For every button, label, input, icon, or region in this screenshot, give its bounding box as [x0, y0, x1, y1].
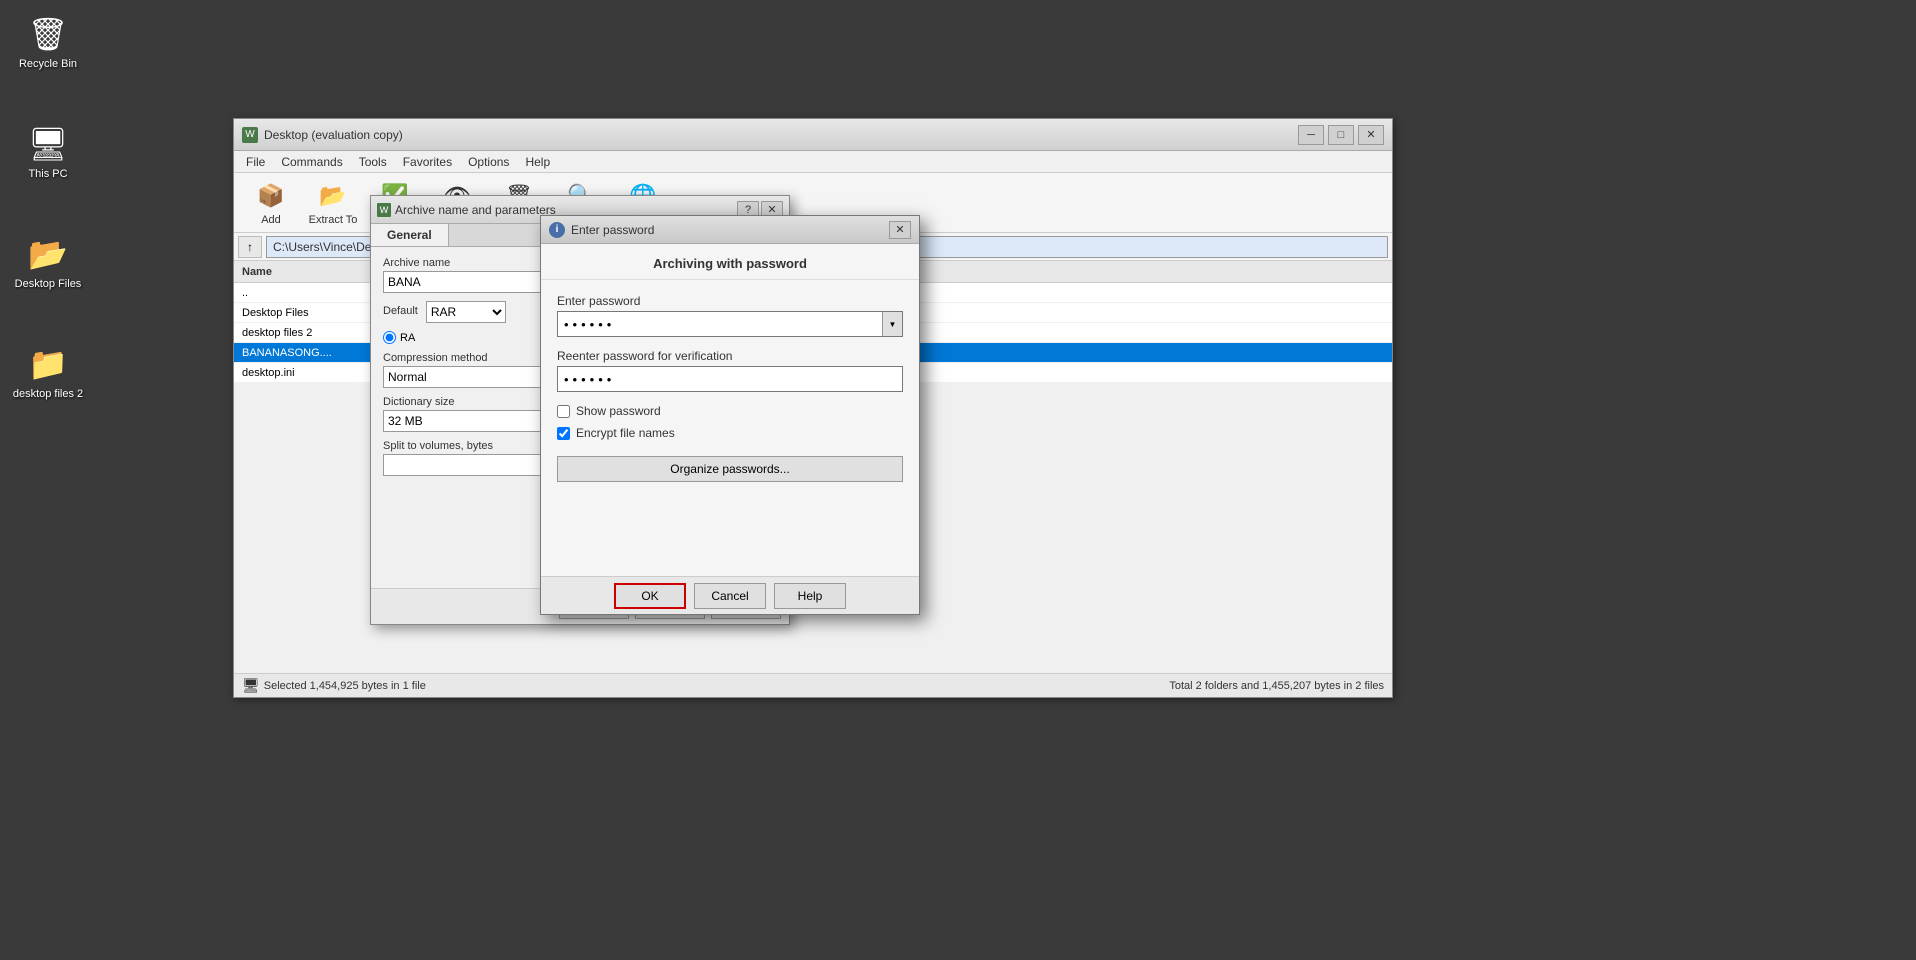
desktop-files-2-label: desktop files 2	[12, 388, 84, 400]
add-icon: 📦	[255, 180, 287, 212]
toolbar-extract-btn[interactable]: 📂 Extract To	[304, 177, 362, 229]
status-bar: 🖥 Selected 1,454,925 bytes in 1 file Tot…	[234, 673, 1392, 697]
winrar-titlebar: W Desktop (evaluation copy) ─ □ ✕	[234, 119, 1392, 151]
winrar-minimize-btn[interactable]: ─	[1298, 125, 1324, 145]
radio-ra-input[interactable]	[383, 331, 396, 344]
pwd-titlebar: i Enter password ✕	[541, 216, 919, 244]
this-pc-icon[interactable]: 🖥 This PC	[8, 120, 88, 184]
desktop-files-2-img: 📁	[28, 344, 68, 384]
winrar-title: Desktop (evaluation copy)	[264, 128, 403, 142]
pwd-show-password-checkbox[interactable]	[557, 405, 570, 418]
pwd-content: Enter password ▼ Reenter password for ve…	[541, 280, 919, 496]
pwd-close-btn[interactable]: ✕	[889, 221, 911, 239]
desktop-files-icon[interactable]: 📂 Desktop Files	[8, 230, 88, 294]
tab-general[interactable]: General	[371, 224, 449, 246]
menu-bar: File Commands Tools Favorites Options He…	[234, 151, 1392, 173]
password-dialog: i Enter password ✕ Archiving with passwo…	[540, 215, 920, 615]
archive-dialog-title-left: W Archive name and parameters	[377, 203, 556, 217]
menu-file[interactable]: File	[238, 153, 273, 171]
archive-format-select[interactable]: RAR RAR4 ZIP	[426, 301, 506, 323]
pwd-title-left: i Enter password	[549, 222, 654, 238]
archive-dialog-title: Archive name and parameters	[395, 203, 556, 217]
pwd-encrypt-row: Encrypt file names	[557, 426, 903, 440]
pwd-footer: OK Cancel Help	[541, 576, 919, 614]
winrar-app-icon: W	[242, 127, 258, 143]
status-right: Total 2 folders and 1,455,207 bytes in 2…	[1169, 680, 1384, 692]
desktop-files-label: Desktop Files	[12, 278, 84, 290]
extract-icon: 📂	[317, 180, 349, 212]
default-label: Default	[383, 305, 418, 317]
pwd-organize-btn[interactable]: Organize passwords...	[557, 456, 903, 482]
pwd-dropdown-btn[interactable]: ▼	[882, 312, 902, 336]
winrar-titlebar-buttons: ─ □ ✕	[1298, 125, 1384, 145]
desktop: 🗑 Recycle Bin 🖥 This PC 📂 Desktop Files …	[0, 0, 1916, 960]
pwd-enter-row: ▼	[557, 311, 903, 337]
recycle-bin-icon[interactable]: 🗑 Recycle Bin	[8, 10, 88, 74]
menu-help[interactable]: Help	[517, 153, 558, 171]
status-left: 🖥 Selected 1,454,925 bytes in 1 file	[242, 677, 426, 694]
extract-label: Extract To	[309, 214, 358, 226]
pwd-help-btn[interactable]: Help	[774, 583, 846, 609]
pwd-show-password-row: Show password	[557, 404, 903, 418]
this-pc-label: This PC	[12, 168, 84, 180]
pwd-ok-btn[interactable]: OK	[614, 583, 686, 609]
pwd-enter-label: Enter password	[557, 294, 903, 308]
this-pc-img: 🖥	[28, 124, 68, 164]
recycle-bin-label: Recycle Bin	[12, 58, 84, 70]
recycle-bin-img: 🗑	[28, 14, 68, 54]
pwd-title-text: Enter password	[571, 223, 654, 237]
pwd-enter-input[interactable]	[558, 312, 882, 336]
pwd-title-icon: i	[549, 222, 565, 238]
winrar-titlebar-left: W Desktop (evaluation copy)	[242, 127, 403, 143]
pwd-encrypt-label: Encrypt file names	[576, 426, 675, 440]
pwd-reenter-label: Reenter password for verification	[557, 349, 903, 363]
winrar-close-btn[interactable]: ✕	[1358, 125, 1384, 145]
status-left-text: Selected 1,454,925 bytes in 1 file	[264, 680, 426, 692]
pwd-subtitle: Archiving with password	[541, 244, 919, 280]
address-up-btn[interactable]: ↑	[238, 236, 262, 258]
menu-favorites[interactable]: Favorites	[395, 153, 460, 171]
radio-ra-label: RA	[400, 332, 415, 344]
winrar-maximize-btn[interactable]: □	[1328, 125, 1354, 145]
add-label: Add	[261, 214, 281, 226]
menu-commands[interactable]: Commands	[273, 153, 350, 171]
pwd-reenter-input[interactable]	[557, 366, 903, 392]
pwd-show-password-label: Show password	[576, 404, 661, 418]
desktop-files-2-icon[interactable]: 📁 desktop files 2	[8, 340, 88, 404]
menu-options[interactable]: Options	[460, 153, 517, 171]
pwd-encrypt-checkbox[interactable]	[557, 427, 570, 440]
toolbar-add-btn[interactable]: 📦 Add	[242, 177, 300, 229]
desktop-files-img: 📂	[28, 234, 68, 274]
pwd-cancel-btn[interactable]: Cancel	[694, 583, 766, 609]
menu-tools[interactable]: Tools	[351, 153, 395, 171]
archive-dialog-icon: W	[377, 203, 391, 217]
